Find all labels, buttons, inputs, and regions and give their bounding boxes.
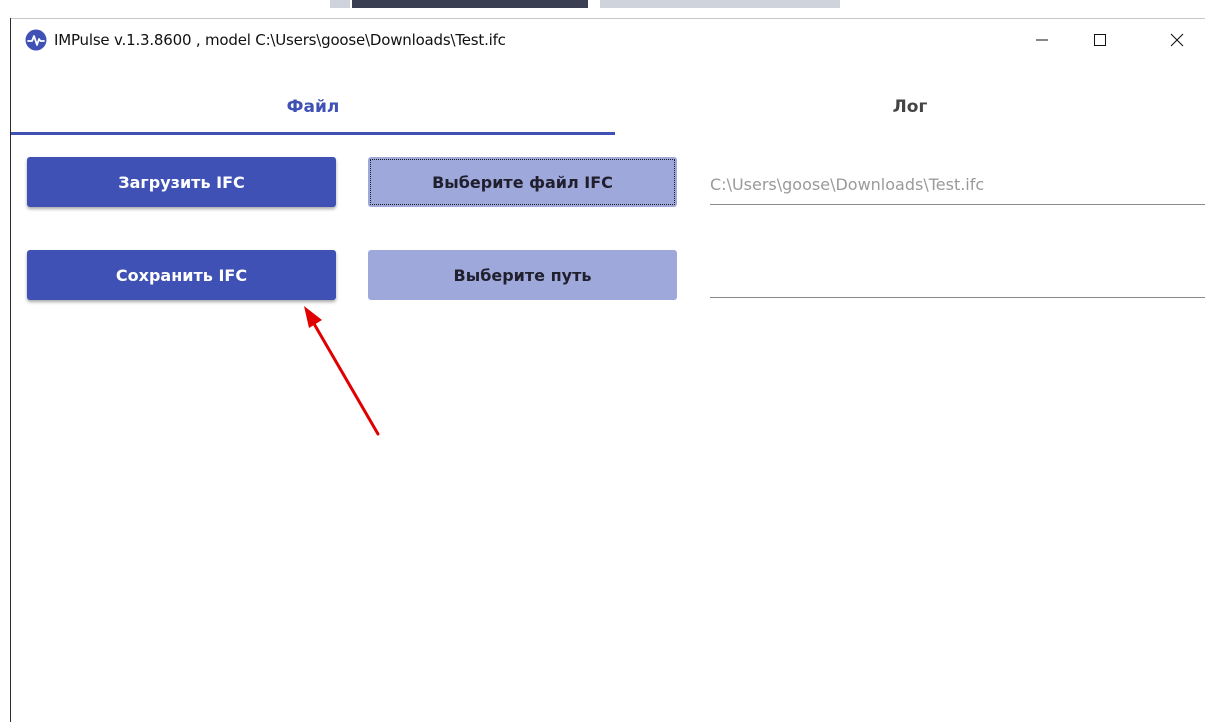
background-window-strip <box>352 0 588 8</box>
title-bar[interactable]: IMPulse v.1.3.8600 , model C:\Users\goos… <box>11 18 1205 65</box>
save-ifc-button[interactable]: Сохранить IFC <box>27 250 336 300</box>
choose-ifc-file-button[interactable]: Выберите файл IFC <box>368 157 677 207</box>
maximize-icon <box>1093 32 1107 51</box>
tab-bar: Файл Лог <box>11 80 1205 136</box>
impulse-heartbeat-icon <box>25 29 47 51</box>
background-window-strip <box>600 0 840 8</box>
tab-file[interactable]: Файл <box>11 80 615 134</box>
active-tab-indicator <box>11 132 615 135</box>
app-window: IMPulse v.1.3.8600 , model C:\Users\goos… <box>0 0 1205 722</box>
maximize-button[interactable] <box>1077 19 1123 63</box>
close-icon <box>1170 32 1184 51</box>
choose-save-path-button[interactable]: Выберите путь <box>368 250 677 300</box>
save-path-field[interactable] <box>710 257 1205 298</box>
tab-log[interactable]: Лог <box>615 80 1205 134</box>
load-path-field[interactable]: C:\Users\goose\Downloads\Test.ifc <box>710 164 1205 205</box>
window-title: IMPulse v.1.3.8600 , model C:\Users\goos… <box>54 31 506 49</box>
minimize-button[interactable] <box>1019 19 1065 63</box>
background-window-strip <box>330 0 350 8</box>
minimize-icon <box>1035 32 1049 51</box>
close-button[interactable] <box>1154 19 1200 63</box>
load-ifc-button[interactable]: Загрузить IFC <box>27 157 336 207</box>
